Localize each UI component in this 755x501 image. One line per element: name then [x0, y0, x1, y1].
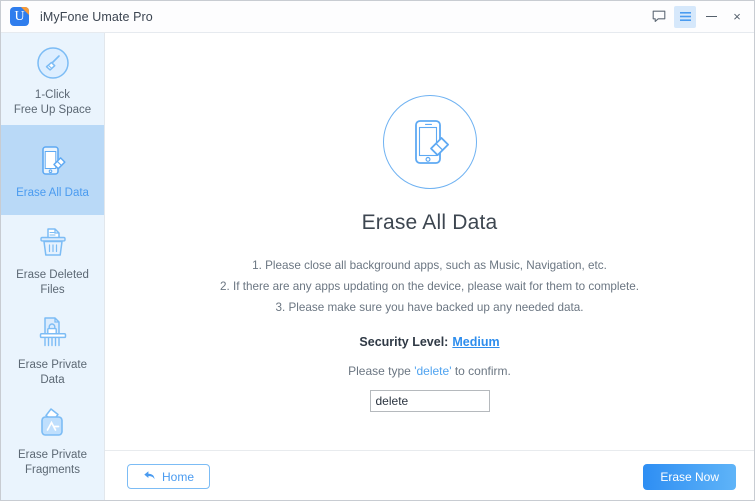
- sidebar-item-free-up-space[interactable]: 1-Click Free Up Space: [1, 35, 104, 125]
- security-level-label: Security Level:: [359, 335, 449, 349]
- instruction-step: 3. Please make sure you have backed up a…: [275, 301, 584, 314]
- sidebar-item-erase-deleted-files[interactable]: Erase Deleted Files: [1, 215, 104, 305]
- confirm-keyword: 'delete': [414, 364, 452, 378]
- minimize-icon[interactable]: [700, 6, 722, 28]
- sidebar-label-line1: 1-Click: [34, 89, 71, 101]
- shredder-lock-icon: [36, 312, 70, 354]
- umate-logo-icon: U: [10, 7, 29, 26]
- sidebar-item-label: Erase All Data: [16, 186, 89, 199]
- sidebar: 1-Click Free Up Space Erase All Data Era…: [1, 33, 105, 500]
- window-body: 1-Click Free Up Space Erase All Data Era…: [1, 33, 754, 500]
- phone-erase-large-icon: [382, 95, 477, 189]
- close-glyph: ×: [733, 9, 741, 24]
- confirm-suffix: to confirm.: [454, 364, 511, 378]
- sidebar-label-line2: Free Up Space: [13, 104, 92, 116]
- sidebar-item-erase-private-fragments[interactable]: Erase Private Fragments: [1, 395, 104, 485]
- app-window: U iMyFone Umate Pro × 1-Click Free Up Sp…: [0, 0, 755, 501]
- erase-now-button[interactable]: Erase Now: [643, 463, 736, 490]
- security-level-link[interactable]: Medium: [452, 335, 499, 349]
- home-button[interactable]: Home: [127, 464, 211, 489]
- instruction-list: 1. Please close all background apps, suc…: [220, 255, 639, 318]
- footer-bar: Home Erase Now: [105, 450, 754, 500]
- security-level-row: Security Level: Medium: [359, 335, 499, 349]
- close-icon[interactable]: ×: [726, 6, 748, 28]
- app-title: iMyFone Umate Pro: [40, 9, 153, 24]
- app-fragments-icon: [35, 402, 71, 444]
- logo-letter: U: [14, 9, 25, 24]
- phone-erase-icon: [36, 140, 70, 182]
- hamburger-menu-icon[interactable]: [674, 5, 696, 28]
- content-area: Erase All Data 1. Please close all backg…: [105, 33, 754, 500]
- sidebar-label-line2: Fragments: [25, 464, 80, 476]
- trash-document-icon: [36, 222, 70, 264]
- sidebar-label-line1: Erase Private: [17, 449, 88, 461]
- broom-circle-icon: [35, 42, 71, 84]
- sidebar-item-erase-all-data[interactable]: Erase All Data: [1, 125, 104, 215]
- sidebar-item-erase-private-data[interactable]: Erase Private Data: [1, 305, 104, 395]
- sidebar-item-label: 1-Click Free Up Space: [14, 88, 91, 118]
- confirm-input[interactable]: [369, 390, 490, 412]
- page-title: Erase All Data: [361, 211, 498, 234]
- instruction-step: 1. Please close all background apps, suc…: [252, 259, 607, 272]
- content-main: Erase All Data 1. Please close all backg…: [105, 33, 754, 450]
- erase-now-label: Erase Now: [660, 469, 719, 484]
- confirm-instruction: Please type 'delete' to confirm.: [348, 364, 511, 378]
- instruction-step: 2. If there are any apps updating on the…: [219, 280, 640, 293]
- sidebar-item-label: Erase Private Data: [17, 359, 88, 386]
- confirm-prefix: Please type: [348, 364, 411, 378]
- message-bubble-icon[interactable]: [648, 6, 670, 28]
- back-arrow-icon: [143, 470, 156, 484]
- home-button-label: Home: [162, 469, 195, 484]
- title-bar: U iMyFone Umate Pro ×: [1, 1, 754, 33]
- sidebar-item-label: Erase Deleted Files: [16, 269, 89, 296]
- minimize-bar: [705, 16, 717, 17]
- sidebar-item-label: Erase Private Fragments: [18, 448, 87, 478]
